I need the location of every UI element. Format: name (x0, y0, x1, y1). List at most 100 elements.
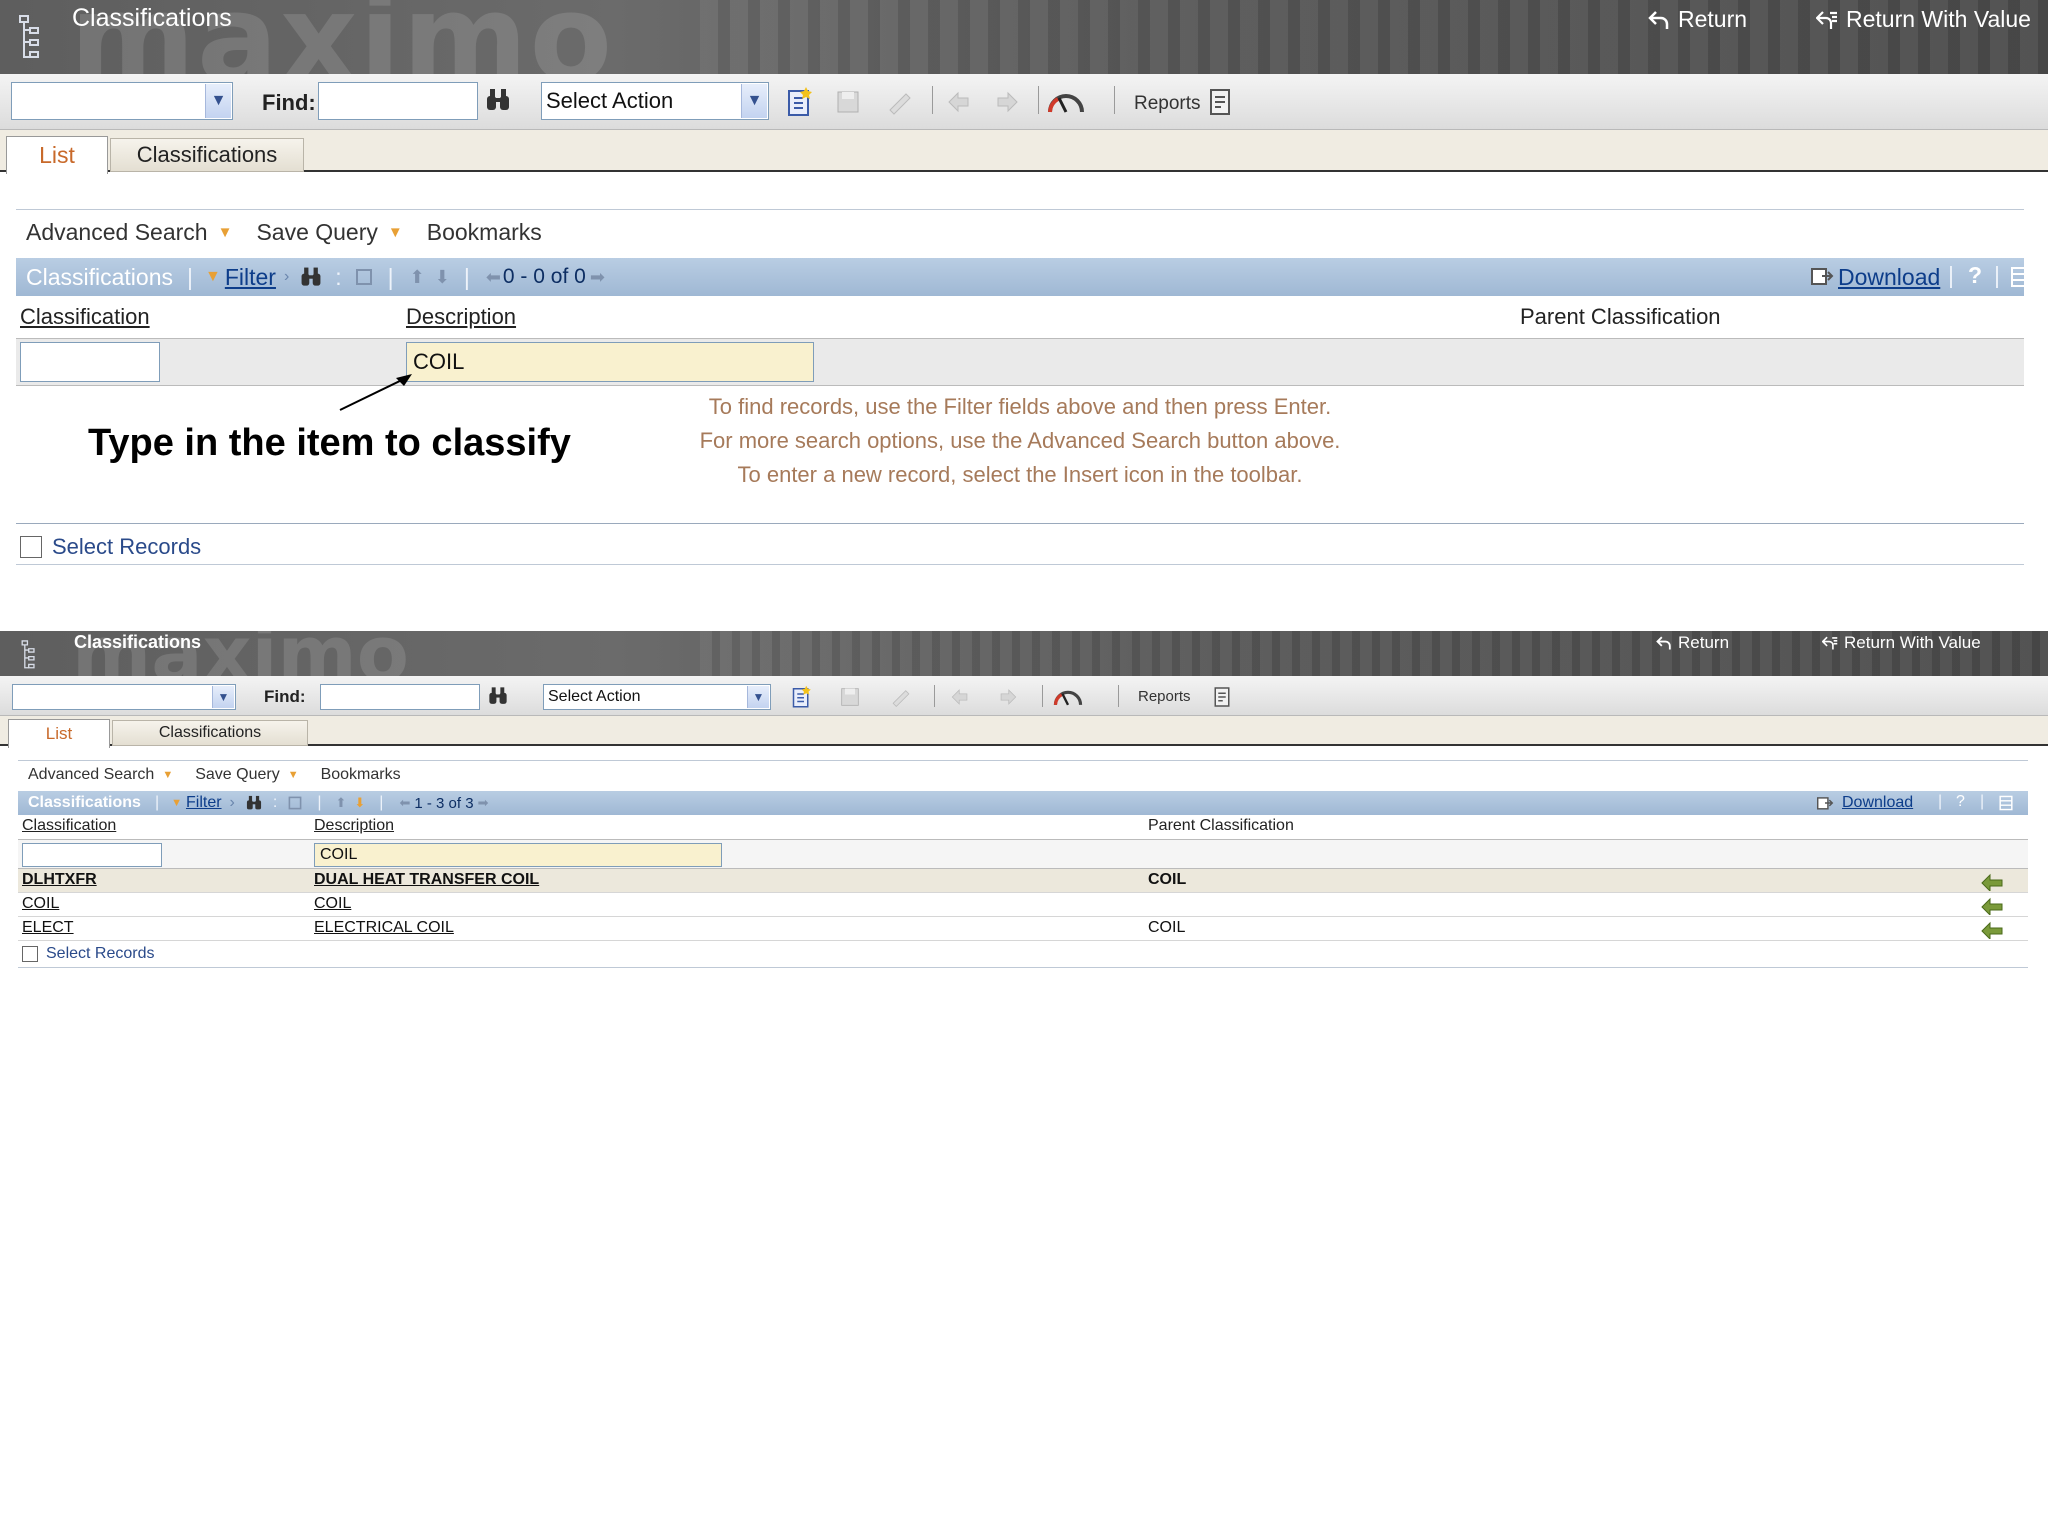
bookmarks-button[interactable]: Bookmarks (321, 766, 401, 784)
select-records-checkbox[interactable] (22, 946, 38, 962)
advanced-search-button[interactable]: Advanced Search (28, 766, 154, 784)
return-link[interactable]: Return (1656, 633, 1729, 653)
toolbar-separator: | (1938, 793, 1943, 810)
download-icon[interactable] (1810, 265, 1834, 287)
filter-icon[interactable]: ▼ (205, 268, 221, 286)
filter-link[interactable]: Filter (225, 264, 276, 291)
save-query-button[interactable]: Save Query (256, 219, 377, 246)
save-icon[interactable] (840, 687, 860, 707)
row-description[interactable]: COIL (314, 895, 351, 913)
row-classification[interactable]: ELECT (22, 919, 74, 937)
help-icon[interactable]: ? (1968, 262, 1982, 289)
next-record-icon[interactable] (994, 90, 1020, 114)
table-settings-icon[interactable] (1998, 795, 2014, 811)
select-records-control[interactable]: Select Records (22, 942, 155, 966)
select-records-checkbox[interactable] (20, 536, 42, 558)
save-query-button[interactable]: Save Query (195, 766, 279, 784)
classification-filter-input[interactable] (22, 843, 162, 867)
binoculars-icon[interactable] (484, 86, 512, 114)
reports-icon[interactable] (1208, 86, 1232, 118)
column-header-classification[interactable]: Classification (20, 304, 150, 330)
caret-down-icon[interactable]: ▼ (162, 769, 173, 781)
chevron-down-icon[interactable]: ▼ (212, 686, 234, 708)
filter-link[interactable]: Filter (186, 794, 222, 812)
row-classification[interactable]: COIL (22, 895, 59, 913)
reports-icon[interactable] (1212, 685, 1232, 709)
query-select[interactable]: ▼ (12, 684, 236, 710)
tab-classifications[interactable]: Classifications (112, 720, 308, 746)
bookmarks-button[interactable]: Bookmarks (427, 219, 542, 246)
binoculars-icon[interactable] (486, 685, 510, 707)
binoculars-icon[interactable] (299, 265, 323, 289)
next-page-icon[interactable]: ➡ (478, 795, 489, 811)
description-filter-input[interactable]: COIL (406, 342, 814, 382)
select-action-dropdown[interactable]: Select Action ▼ (543, 684, 771, 710)
reports-label[interactable]: Reports (1134, 93, 1201, 115)
tab-list[interactable]: List (8, 719, 110, 748)
advanced-search-button[interactable]: Advanced Search (26, 219, 208, 246)
download-icon[interactable] (1816, 795, 1834, 811)
return-value-row-icon[interactable] (1980, 919, 2006, 939)
start-center-gauge-icon[interactable] (1046, 88, 1086, 116)
previous-record-icon[interactable] (946, 90, 972, 114)
previous-record-icon[interactable] (950, 687, 970, 707)
column-header-description[interactable]: Description (314, 817, 394, 835)
return-with-value-link[interactable]: Return With Value (1822, 633, 1981, 653)
query-select[interactable]: ▼ (11, 82, 233, 120)
binoculars-icon[interactable] (245, 794, 263, 812)
filter-icon[interactable]: ▼ (171, 797, 182, 809)
caret-down-icon[interactable]: ▼ (288, 769, 299, 781)
download-link[interactable]: Download (1842, 794, 1913, 812)
chevron-down-icon[interactable]: ▼ (747, 686, 769, 708)
classification-filter-input[interactable] (20, 342, 160, 382)
return-link[interactable]: Return (1648, 6, 1747, 33)
chevron-down-icon[interactable]: ▼ (205, 84, 231, 118)
toolbar-separator: | (1994, 262, 2000, 288)
chevron-right-icon: › (283, 268, 290, 285)
clear-filter-icon[interactable] (354, 267, 374, 287)
select-records-control[interactable]: Select Records (20, 530, 201, 564)
sort-up-icon[interactable]: ⬆ (410, 267, 425, 288)
previous-page-icon[interactable]: ⬅ (486, 267, 501, 288)
find-input[interactable] (318, 82, 478, 120)
chevron-down-icon[interactable]: ▼ (741, 84, 767, 118)
previous-page-icon[interactable]: ⬅ (399, 795, 410, 811)
return-value-row-icon[interactable] (1980, 871, 2006, 891)
download-link[interactable]: Download (1838, 264, 1940, 291)
return-with-value-link[interactable]: Return With Value (1816, 6, 2031, 33)
save-icon[interactable] (836, 90, 860, 114)
start-center-gauge-icon[interactable] (1050, 686, 1086, 708)
sort-down-icon[interactable]: ⬇ (354, 795, 365, 811)
column-header-classification[interactable]: Classification (22, 817, 116, 835)
reports-label[interactable]: Reports (1138, 688, 1191, 705)
table-row[interactable]: ELECT ELECTRICAL COIL COIL (18, 917, 2028, 941)
description-filter-input[interactable]: COIL (314, 843, 722, 867)
column-header-description[interactable]: Description (406, 304, 516, 330)
next-record-icon[interactable] (998, 687, 1018, 707)
query-bar: Advanced Search ▼ Save Query ▼ Bookmarks (26, 216, 542, 248)
table-row[interactable]: COIL COIL (18, 893, 2028, 917)
return-value-row-icon[interactable] (1980, 895, 2006, 915)
next-page-icon[interactable]: ➡ (590, 267, 605, 288)
select-action-dropdown[interactable]: Select Action ▼ (541, 82, 769, 120)
tab-list[interactable]: List (6, 136, 108, 174)
sort-down-icon[interactable]: ⬇ (435, 267, 450, 288)
insert-record-icon[interactable] (790, 685, 812, 709)
clear-filter-icon[interactable] (287, 795, 303, 811)
table-settings-icon[interactable] (2010, 266, 2030, 288)
clear-changes-icon[interactable] (890, 686, 912, 708)
row-description[interactable]: ELECTRICAL COIL (314, 919, 454, 937)
insert-record-icon[interactable] (786, 86, 812, 118)
row-description[interactable]: DUAL HEAT TRANSFER COIL (314, 871, 539, 889)
caret-down-icon[interactable]: ▼ (218, 224, 233, 241)
table-row[interactable]: DLHTXFR DUAL HEAT TRANSFER COIL COIL (18, 869, 2028, 893)
return-label: Return (1678, 633, 1730, 652)
toolbar-separator: | (379, 794, 384, 811)
clear-changes-icon[interactable] (886, 88, 914, 116)
caret-down-icon[interactable]: ▼ (388, 224, 403, 241)
row-classification[interactable]: DLHTXFR (22, 871, 97, 889)
help-icon[interactable]: ? (1956, 793, 1965, 811)
find-input[interactable] (320, 684, 480, 710)
tab-classifications[interactable]: Classifications (110, 138, 304, 172)
sort-up-icon[interactable]: ⬆ (335, 795, 346, 811)
